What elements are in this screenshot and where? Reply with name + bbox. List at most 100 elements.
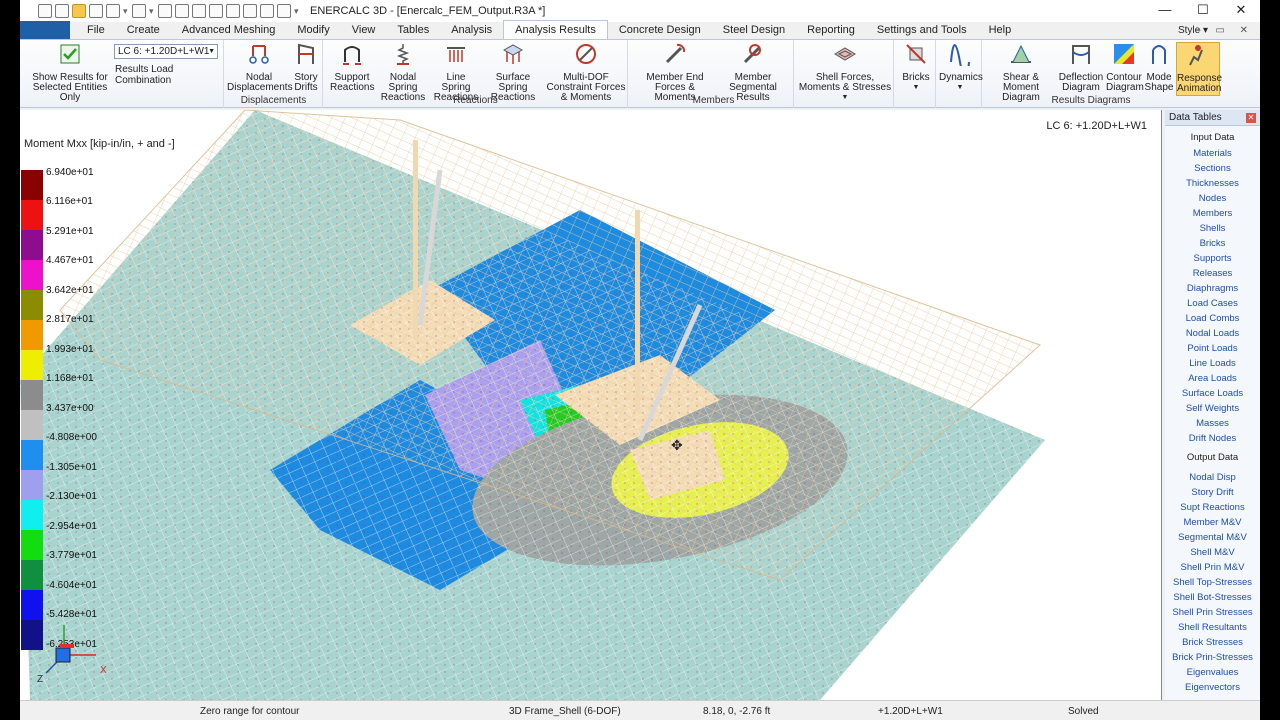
legend-swatch	[21, 410, 43, 440]
shear-moment-diagram-button[interactable]: Shear & Moment Diagram	[986, 42, 1056, 103]
surface-spring-reactions-button[interactable]: Surface Spring Reactions	[482, 42, 544, 103]
show-results-selected-button[interactable]: Show Results for Selected Entities Only	[24, 42, 116, 103]
data-table-link[interactable]: Members	[1165, 208, 1260, 219]
data-table-link[interactable]: Bricks	[1165, 238, 1260, 249]
member-segmental-results-button[interactable]: Member Segmental Results	[714, 42, 792, 103]
tab-advanced-meshing[interactable]: Advanced Meshing	[171, 21, 287, 39]
data-table-link[interactable]: Nodal Loads	[1165, 328, 1260, 339]
data-table-link[interactable]: Supports	[1165, 253, 1260, 264]
support-reactions-button[interactable]: Support Reactions	[330, 42, 374, 93]
member-end-forces-button[interactable]: Member End Forces & Moments	[636, 42, 714, 103]
tab-analysis-results[interactable]: Analysis Results	[503, 20, 608, 39]
data-table-link[interactable]: Supt Reactions	[1165, 502, 1260, 513]
fit-view-icon[interactable]	[89, 4, 103, 18]
legend-value: 6.940e+01	[46, 167, 94, 178]
data-table-link[interactable]: Eigenvectors	[1165, 682, 1260, 693]
dropdown-arrow-icon[interactable]: ▾	[149, 6, 155, 17]
tab-view[interactable]: View	[341, 21, 387, 39]
data-table-link[interactable]: Nodal Disp	[1165, 472, 1260, 483]
mode-shape-button[interactable]: Mode Shape	[1144, 42, 1174, 93]
data-table-link[interactable]: Point Loads	[1165, 343, 1260, 354]
dynamics-button[interactable]: Dynamics ▼	[939, 42, 983, 93]
data-table-link[interactable]: Load Cases	[1165, 298, 1260, 309]
data-table-link[interactable]: Self Weights	[1165, 403, 1260, 414]
pan-icon[interactable]	[38, 4, 52, 18]
multi-dof-constraint-button[interactable]: Multi-DOF Constraint Forces & Moments	[542, 42, 630, 103]
close-icon[interactable]: ✕	[1246, 113, 1256, 123]
customize-arrow-icon[interactable]: ▾	[294, 6, 300, 17]
data-table-link[interactable]: Thicknesses	[1165, 178, 1260, 189]
mdi-window-controls[interactable]: – ▭ ✕	[1195, 25, 1254, 36]
maximize-button[interactable]: ☐	[1184, 0, 1222, 22]
copy-icon[interactable]	[175, 4, 189, 18]
data-table-link[interactable]: Member M&V	[1165, 517, 1260, 528]
data-table-link[interactable]: Shell M&V	[1165, 547, 1260, 558]
tab-tables[interactable]: Tables	[386, 21, 440, 39]
data-table-link[interactable]: Drift Nodes	[1165, 433, 1260, 444]
data-table-link[interactable]: Sections	[1165, 163, 1260, 174]
data-table-link[interactable]: Brick Stresses	[1165, 637, 1260, 648]
deflection-diagram-button[interactable]: Deflection Diagram	[1058, 42, 1104, 93]
undo-icon[interactable]	[260, 4, 274, 18]
data-table-link[interactable]: Brick Prin-Stresses	[1165, 652, 1260, 663]
data-table-link[interactable]: Shell Bot-Stresses	[1165, 592, 1260, 603]
visibility-off-icon[interactable]	[209, 4, 223, 18]
load-combination-label: Results Load Combination	[115, 64, 174, 86]
data-table-link[interactable]: Story Drift	[1165, 487, 1260, 498]
rotate-icon[interactable]	[72, 4, 86, 18]
data-table-link[interactable]: Segmental M&V	[1165, 532, 1260, 543]
data-table-link[interactable]: Masses	[1165, 418, 1260, 429]
display-icon[interactable]	[132, 4, 146, 18]
data-table-link[interactable]: Eigenvalues	[1165, 667, 1260, 678]
tab-settings-and-tools[interactable]: Settings and Tools	[866, 21, 978, 39]
nodal-displacements-button[interactable]: Nodal Displacements	[227, 42, 293, 93]
tab-reporting[interactable]: Reporting	[796, 21, 866, 39]
print-icon[interactable]	[226, 4, 240, 18]
data-table-link[interactable]: Line Loads	[1165, 358, 1260, 369]
bricks-button[interactable]: Bricks ▼	[898, 42, 934, 93]
response-animation-button[interactable]: Response Animation	[1176, 42, 1222, 96]
model-viewport[interactable]: Moment Mxx [kip-in/in, + and -] LC 6: +1…	[20, 110, 1162, 700]
shell-forces-button[interactable]: Shell Forces, Moments & Stresses ▼	[798, 42, 892, 103]
data-table-link[interactable]: Load Combs	[1165, 313, 1260, 324]
data-table-link[interactable]: Shell Top-Stresses	[1165, 577, 1260, 588]
story-drifts-button[interactable]: Story Drifts	[291, 42, 321, 93]
data-table-link[interactable]: Shell Prin Stresses	[1165, 607, 1260, 618]
redo-icon[interactable]	[277, 4, 291, 18]
tab-create[interactable]: Create	[116, 21, 171, 39]
load-combination-select[interactable]: LC 6: +1.20D+L+W1 ▼	[114, 44, 218, 59]
legend-swatch	[21, 440, 43, 470]
data-table-link[interactable]: Nodes	[1165, 193, 1260, 204]
tab-modify[interactable]: Modify	[286, 21, 340, 39]
data-table-link[interactable]: Shell Resultants	[1165, 622, 1260, 633]
legend-value: -2.954e+01	[46, 521, 97, 532]
data-table-link[interactable]: Diaphragms	[1165, 283, 1260, 294]
data-table-link[interactable]: Materials	[1165, 148, 1260, 159]
data-table-link[interactable]: Area Loads	[1165, 373, 1260, 384]
window-icon[interactable]	[158, 4, 172, 18]
dropdown-arrow-icon[interactable]: ▾	[123, 6, 129, 17]
tab-analysis[interactable]: Analysis	[440, 21, 503, 39]
close-button[interactable]: ✕	[1222, 0, 1260, 22]
move-cursor-icon: ✥	[671, 437, 683, 453]
nodal-spring-reactions-button[interactable]: Nodal Spring Reactions	[376, 42, 430, 103]
data-table-link[interactable]: Shells	[1165, 223, 1260, 234]
save-icon[interactable]	[243, 4, 257, 18]
tab-concrete-design[interactable]: Concrete Design	[608, 21, 712, 39]
tab-file[interactable]: File	[76, 21, 116, 39]
group-label-displacements: Displacements	[240, 95, 307, 106]
data-tables-panel: Data Tables ✕ Input Data Materials Sections…	[1165, 110, 1260, 700]
legend-value: 2.817e+01	[46, 314, 94, 325]
application-menu-button[interactable]	[20, 21, 70, 39]
data-table-link[interactable]: Shell Prin M&V	[1165, 562, 1260, 573]
data-table-link[interactable]: Surface Loads	[1165, 388, 1260, 399]
view-select-icon[interactable]	[106, 4, 120, 18]
data-table-link[interactable]: Releases	[1165, 268, 1260, 279]
line-spring-reactions-button[interactable]: Line Spring Reactions	[432, 42, 480, 103]
visibility-icon[interactable]	[192, 4, 206, 18]
tab-steel-design[interactable]: Steel Design	[712, 21, 796, 39]
tab-help[interactable]: Help	[978, 21, 1023, 39]
zoom-icon[interactable]	[55, 4, 69, 18]
minimize-button[interactable]: —	[1146, 0, 1184, 22]
contour-diagram-button[interactable]: Contour Diagram	[1106, 42, 1144, 93]
